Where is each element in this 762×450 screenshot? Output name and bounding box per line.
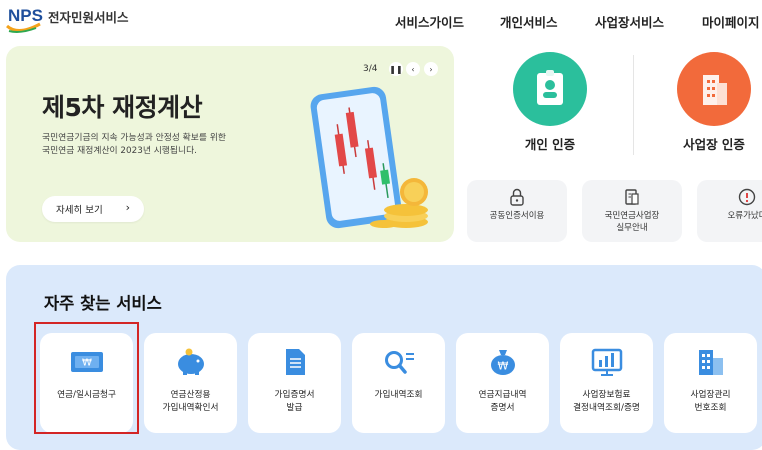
banner-description: 국민연금기금의 지속 가능성과 안정성 확보를 위한 국민연금 재정계산이 20… (42, 133, 226, 156)
building-icon (664, 347, 757, 377)
nps-logo[interactable]: NPS 전자민원서비스 (6, 6, 129, 33)
service-enrollment-certificate[interactable]: 가입증명서 발급 (248, 333, 341, 433)
service-label: 연금지급내역 증명서 (478, 390, 527, 413)
business-auth-button[interactable]: 사업장 인증 (670, 52, 758, 153)
service-label: 가입내역조회 (374, 390, 423, 400)
service-label: 가입증명서 발급 (274, 390, 315, 413)
quick-card-label: 오류가났다 (727, 211, 762, 221)
chart-board-icon (560, 347, 653, 377)
more-details-button[interactable]: 자세히 보기 › (42, 196, 144, 222)
quick-card-business-guide[interactable]: 국민연금사업장 실무안내 (582, 180, 682, 242)
quick-card-label: 국민연금사업장 실무안내 (604, 211, 660, 233)
service-enrollment-confirmation[interactable]: 연금산정용 가입내역확인서 (144, 333, 237, 433)
money-bag-icon: ₩ (456, 347, 549, 377)
chevron-right-icon: › (125, 201, 130, 214)
next-arrow-icon[interactable]: › (424, 62, 438, 76)
building-auth-icon (703, 75, 727, 105)
frequent-services-title: 자주 찾는 서비스 (44, 294, 162, 313)
banner-title: 제5차 재정계산 (42, 93, 203, 122)
promo-banner: 제5차 재정계산 국민연금기금의 지속 가능성과 안정성 확보를 위한 국민연금… (6, 46, 454, 242)
nav-my-page[interactable]: 마이페이지 (702, 12, 760, 31)
document-icon (582, 188, 682, 206)
service-payment-statement[interactable]: ₩ 연금지급내역 증명서 (456, 333, 549, 433)
logo-swoosh-icon (6, 22, 41, 33)
pause-icon[interactable]: ❚❚ (389, 62, 403, 76)
search-list-icon (352, 347, 445, 377)
id-card-icon (537, 70, 563, 105)
service-label: 사업장관리 번호조회 (690, 390, 731, 413)
business-auth-label: 사업장 인증 (683, 137, 745, 152)
personal-auth-label: 개인 인증 (524, 137, 576, 152)
service-enrollment-history[interactable]: 가입내역조회 (352, 333, 445, 433)
piggy-bank-icon (144, 347, 237, 377)
alert-icon (697, 188, 762, 206)
personal-auth-circle (513, 52, 587, 126)
header: NPS 전자민원서비스 서비스가이드 개인서비스 사업장서비스 마이페이지 (0, 0, 762, 40)
quick-card-error-report[interactable]: 오류가났다 (697, 180, 762, 242)
service-premium-decision[interactable]: 사업장보험료 결정내역조회/증명 (560, 333, 653, 433)
service-label: 사업장보험료 결정내역조회/증명 (573, 390, 640, 413)
prev-arrow-icon[interactable]: ‹ (406, 62, 420, 76)
svg-text:₩: ₩ (497, 360, 508, 373)
more-details-label: 자세히 보기 (56, 205, 103, 216)
service-business-number[interactable]: 사업장관리 번호조회 (664, 333, 757, 433)
quick-card-certificate[interactable]: 공동인증서이용 (467, 180, 567, 242)
nav-business-service[interactable]: 사업장서비스 (595, 12, 664, 31)
lock-icon (467, 188, 567, 206)
quick-card-label: 공동인증서이용 (489, 211, 545, 221)
business-auth-circle (677, 52, 751, 126)
personal-auth-button[interactable]: 개인 인증 (506, 52, 594, 153)
nav-service-guide[interactable]: 서비스가이드 (395, 12, 464, 31)
auth-divider (633, 55, 634, 155)
selection-highlight-box (34, 322, 139, 434)
service-label: 연금산정용 가입내역확인서 (162, 390, 219, 413)
certificate-icon (248, 347, 341, 377)
phone-chart-illustration-icon (310, 86, 428, 229)
banner-pager: 3/4 (363, 64, 378, 74)
nav-personal-service[interactable]: 개인서비스 (500, 12, 558, 31)
logo-service-name: 전자민원서비스 (47, 9, 129, 25)
